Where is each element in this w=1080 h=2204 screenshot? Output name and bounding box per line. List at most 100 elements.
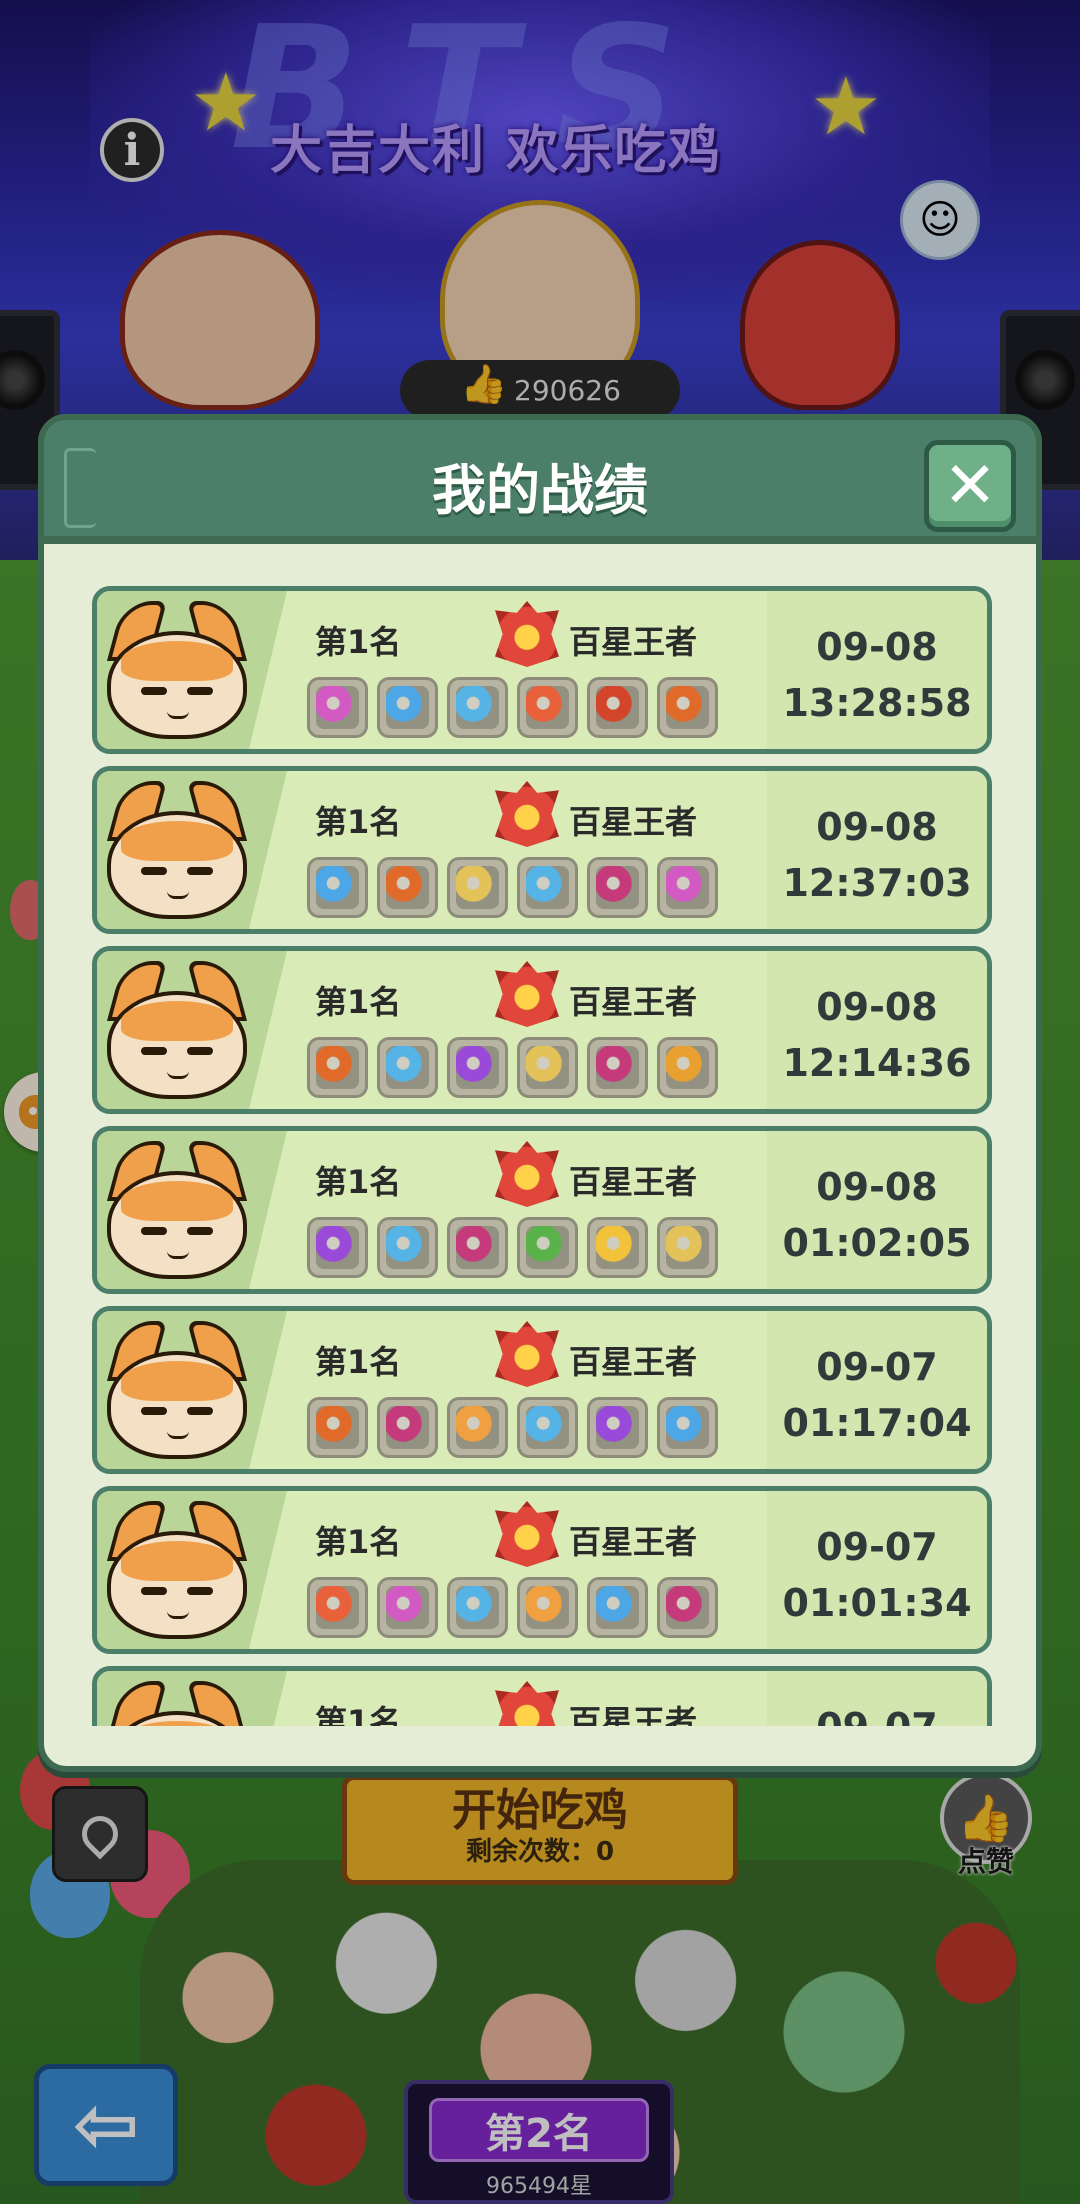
corgi-avatar-icon [106, 1321, 248, 1461]
rank-text: 第1名 [315, 803, 402, 841]
rank-text: 第1名 [315, 1343, 402, 1381]
row-right-panel [767, 1131, 987, 1289]
equipment-item-icon[interactable] [517, 1217, 578, 1278]
equipment-item-icon[interactable] [307, 1397, 368, 1458]
modal-header: 我的战绩 [38, 414, 1042, 544]
equipment-item-icon[interactable] [447, 1577, 508, 1638]
equipment-item-icon[interactable] [447, 1397, 508, 1458]
equipment-item-icon[interactable] [447, 857, 508, 918]
record-time: 01:02:05 [782, 1221, 972, 1265]
corgi-avatar-icon [106, 1681, 248, 1726]
title-text: 百星王者 [569, 1523, 698, 1561]
corgi-avatar-icon [106, 1501, 248, 1641]
crown-badge-icon [495, 781, 559, 847]
equipment-item-icon[interactable] [307, 1217, 368, 1278]
item-list [307, 1577, 718, 1638]
rank-text: 第1名 [315, 983, 402, 1021]
equipment-item-icon[interactable] [517, 1577, 578, 1638]
corgi-avatar-icon [106, 1141, 248, 1281]
equipment-item-icon[interactable] [587, 857, 648, 918]
item-list [307, 1217, 718, 1278]
record-time: 12:14:36 [782, 1041, 972, 1085]
row-right-panel [767, 1311, 987, 1469]
equipment-item-icon[interactable] [377, 1037, 438, 1098]
equipment-item-icon[interactable] [307, 677, 368, 738]
equipment-item-icon[interactable] [587, 1397, 648, 1458]
record-date: 09-07 [777, 1705, 977, 1726]
title-text: 百星王者 [569, 1703, 698, 1726]
title-text: 百星王者 [569, 1343, 698, 1381]
record-date: 09-08 [816, 985, 938, 1029]
crown-badge-icon [495, 961, 559, 1027]
rank-text: 第1名 [315, 1523, 402, 1561]
crown-badge-icon [495, 1141, 559, 1207]
equipment-item-icon[interactable] [517, 677, 578, 738]
records-list[interactable]: 第1名 百星王者 09-08 13:28:58 第1名 百星王者 09-08 1… [92, 586, 992, 1726]
equipment-item-icon[interactable] [307, 1577, 368, 1638]
equipment-item-icon[interactable] [517, 1037, 578, 1098]
equipment-item-icon[interactable] [587, 1577, 648, 1638]
record-date: 09-08 [816, 805, 938, 849]
equipment-item-icon[interactable] [377, 1577, 438, 1638]
equipment-item-icon[interactable] [517, 1397, 578, 1458]
equipment-item-icon[interactable] [307, 857, 368, 918]
record-row[interactable]: 第1名 百星王者 09-08 13:28:58 [92, 586, 992, 754]
row-right-panel [767, 771, 987, 929]
record-row[interactable]: 第1名 百星王者 09-08 12:14:36 [92, 946, 992, 1114]
equipment-item-icon[interactable] [657, 1577, 718, 1638]
title-text: 百星王者 [569, 983, 698, 1021]
equipment-item-icon[interactable] [447, 677, 508, 738]
record-date: 09-08 [816, 625, 938, 669]
equipment-item-icon[interactable] [587, 677, 648, 738]
record-date: 09-07 [816, 1525, 938, 1569]
record-row[interactable]: 第1名 百星王者 09-08 12:37:03 [92, 766, 992, 934]
equipment-item-icon[interactable] [657, 857, 718, 918]
record-time: 13:28:58 [782, 681, 972, 725]
crown-badge-icon [495, 601, 559, 667]
equipment-item-icon[interactable] [657, 677, 718, 738]
rank-text: 第1名 [315, 1163, 402, 1201]
equipment-item-icon[interactable] [377, 857, 438, 918]
corgi-avatar-icon [106, 961, 248, 1101]
record-row[interactable]: 第1名 百星王者 09-07 [92, 1666, 992, 1726]
equipment-item-icon[interactable] [447, 1037, 508, 1098]
equipment-item-icon[interactable] [587, 1037, 648, 1098]
item-list [307, 857, 718, 918]
equipment-item-icon[interactable] [447, 1217, 508, 1278]
crown-badge-icon [495, 1321, 559, 1387]
modal-title: 我的战绩 [432, 459, 648, 522]
equipment-item-icon[interactable] [377, 1217, 438, 1278]
title-text: 百星王者 [569, 1163, 698, 1201]
close-icon: ✕ [943, 449, 997, 523]
item-list [307, 677, 718, 738]
record-row[interactable]: 第1名 百星王者 09-07 01:01:34 [92, 1486, 992, 1654]
crown-badge-icon [495, 1501, 559, 1567]
record-time: 01:01:34 [782, 1581, 972, 1625]
equipment-item-icon[interactable] [657, 1037, 718, 1098]
corgi-avatar-icon [106, 781, 248, 921]
rank-text: 第1名 [315, 1703, 402, 1726]
item-list [307, 1037, 718, 1098]
record-row[interactable]: 第1名 百星王者 09-08 01:02:05 [92, 1126, 992, 1294]
record-date: 09-07 [816, 1345, 938, 1389]
rank-text: 第1名 [315, 623, 402, 661]
title-text: 百星王者 [569, 803, 698, 841]
record-row[interactable]: 第1名 百星王者 09-07 01:17:04 [92, 1306, 992, 1474]
equipment-item-icon[interactable] [377, 677, 438, 738]
equipment-item-icon[interactable] [517, 857, 578, 918]
equipment-item-icon[interactable] [307, 1037, 368, 1098]
item-list [307, 1397, 718, 1458]
equipment-item-icon[interactable] [587, 1217, 648, 1278]
row-right-panel [767, 1491, 987, 1649]
records-modal: 我的战绩 ✕ 第1名 百星王者 09-08 13:28:58 第1名 百星王者 … [38, 414, 1042, 1772]
crown-badge-icon [495, 1681, 559, 1726]
equipment-item-icon[interactable] [657, 1217, 718, 1278]
corgi-avatar-icon [106, 601, 248, 741]
record-time: 01:17:04 [782, 1401, 972, 1445]
close-button[interactable]: ✕ [924, 440, 1016, 532]
equipment-item-icon[interactable] [657, 1397, 718, 1458]
title-text: 百星王者 [569, 623, 698, 661]
equipment-item-icon[interactable] [377, 1397, 438, 1458]
row-right-panel [767, 951, 987, 1109]
row-right-panel [767, 591, 987, 749]
